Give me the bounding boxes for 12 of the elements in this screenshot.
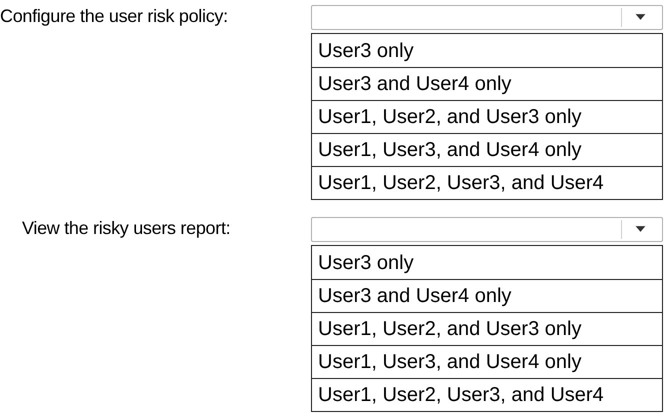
question-label: Configure the user risk policy: xyxy=(0,5,229,27)
option-item[interactable]: User3 only xyxy=(312,246,662,279)
option-item[interactable]: User3 and User4 only xyxy=(312,279,662,312)
option-item[interactable]: User1, User2, User3, and User4 xyxy=(312,166,662,199)
question-label: View the risky users report: xyxy=(21,217,232,239)
option-item[interactable]: User1, User3, and User4 only xyxy=(312,133,662,166)
option-item[interactable]: User3 and User4 only xyxy=(312,67,662,100)
option-item[interactable]: User3 only xyxy=(312,34,662,67)
option-item[interactable]: User1, User3, and User4 only xyxy=(312,345,662,378)
option-item[interactable]: User1, User2, and User3 only xyxy=(312,100,662,133)
option-item[interactable]: User1, User2, and User3 only xyxy=(312,312,662,345)
option-item[interactable]: User1, User2, User3, and User4 xyxy=(312,378,662,411)
